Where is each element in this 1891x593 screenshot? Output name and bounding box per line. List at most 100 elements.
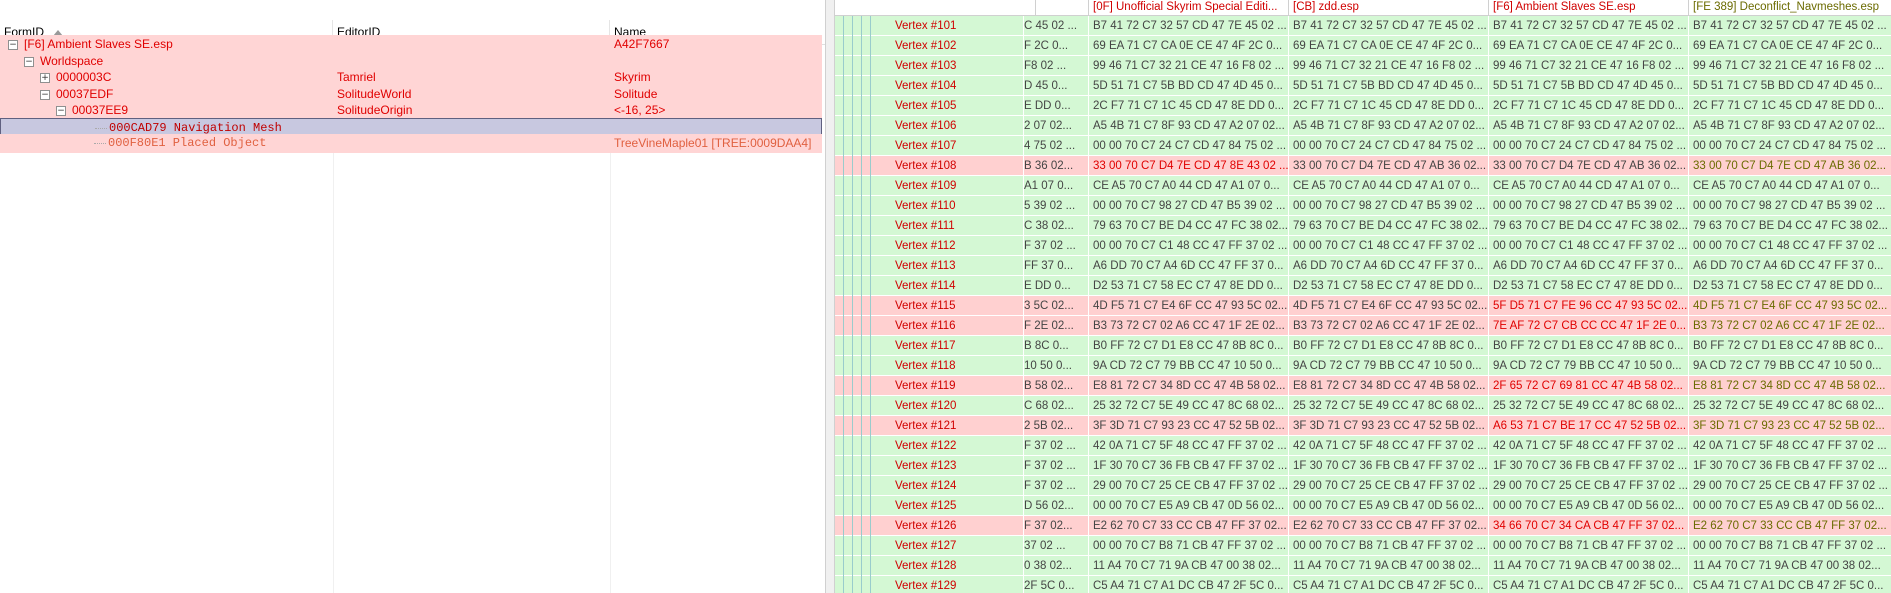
vertex-value-cell[interactable]: 00 00 70 C7 E5 A9 CB 47 0D 56 02... — [1688, 496, 1891, 516]
vertex-value-cell[interactable]: A5 4B 71 C7 8F 93 CD 47 A2 07 02... — [1088, 116, 1288, 136]
vertex-value-cell[interactable]: A5 4B 71 C7 8F 93 CD 47 A2 07 02... — [1288, 116, 1488, 136]
vertex-value-cell[interactable]: 00 00 70 C7 C1 48 CC 47 FF 37 02 ... — [1688, 236, 1891, 256]
vertex-value-cell[interactable]: 2C F7 71 C7 1C 45 CD 47 8E DD 0... — [1288, 96, 1488, 116]
vertex-value-cell[interactable]: E2 62 70 C7 33 CC CB 47 FF 37 02... — [1088, 516, 1288, 536]
vertex-value-cell[interactable]: 99 46 71 C7 32 21 CE 47 16 F8 02 ... — [1288, 56, 1488, 76]
vertex-value-cell[interactable]: 69 EA 71 C7 CA 0E CE 47 4F 2C 0... — [1488, 36, 1688, 56]
vertex-value-cell[interactable]: 00 00 70 C7 24 C7 CD 47 84 75 02 ... — [1688, 136, 1891, 156]
expand-icon[interactable]: + — [40, 73, 50, 83]
grid-row[interactable]: Vertex #125 D 56 02... 00 00 70 C7 E5 A9 C… — [835, 496, 1891, 516]
vertex-value-cell[interactable]: A5 4B 71 C7 8F 93 CD 47 A2 07 02... — [1688, 116, 1891, 136]
grid-row[interactable]: Vertex #127 37 02 ... 00 00 70 C7 B8 71 CB… — [835, 536, 1891, 556]
grid-row[interactable]: Vertex #128 0 38 02... 11 A4 70 C7 71 9A C… — [835, 556, 1891, 576]
vertex-value-cell[interactable]: 29 00 70 C7 25 CE CB 47 FF 37 02 ... — [1688, 476, 1891, 496]
vertex-value-cell[interactable]: 4D F5 71 C7 E4 6F CC 47 93 5C 02... — [1288, 296, 1488, 316]
vertex-value-cell[interactable]: 00 00 70 C7 C1 48 CC 47 FF 37 02 ... — [1288, 236, 1488, 256]
vertex-value-cell[interactable]: 2C F7 71 C7 1C 45 CD 47 8E DD 0... — [1488, 96, 1688, 116]
vertex-value-cell[interactable]: B7 41 72 C7 32 57 CD 47 7E 45 02 ... — [1688, 16, 1891, 36]
vertex-value-cell[interactable]: 11 A4 70 C7 71 9A CB 47 00 38 02... — [1288, 556, 1488, 576]
vertex-value-cell[interactable]: A6 DD 70 C7 A4 6D CC 47 FF 37 0... — [1288, 256, 1488, 276]
collapse-icon[interactable]: − — [24, 56, 34, 67]
vertex-value-cell[interactable]: C5 A4 71 C7 A1 DC CB 47 2F 5C 0... — [1088, 576, 1288, 593]
vertex-value-cell[interactable]: 79 63 70 C7 BE D4 CC 47 FC 38 02... — [1088, 216, 1288, 236]
vertex-value-cell[interactable]: E8 81 72 C7 34 8D CC 47 4B 58 02... — [1688, 376, 1891, 396]
collapse-icon[interactable]: − — [56, 106, 66, 116]
grid-row[interactable]: Vertex #113 FF 37 0... A6 DD 70 C7 A4 6D C… — [835, 256, 1891, 276]
vertex-value-cell[interactable]: CE A5 70 C7 A0 44 CD 47 A1 07 0... — [1688, 176, 1891, 196]
vertex-value-cell[interactable]: 25 32 72 C7 5E 49 CC 47 8C 68 02... — [1688, 396, 1891, 416]
vertex-value-cell[interactable]: 7E AF 72 C7 CB CC CC 47 1F 2E 0... — [1488, 316, 1688, 336]
vertex-value-cell[interactable]: 25 32 72 C7 5E 49 CC 47 8C 68 02... — [1088, 396, 1288, 416]
vertex-value-cell[interactable]: 1F 30 70 C7 36 FB CB 47 FF 37 02 ... — [1088, 456, 1288, 476]
vertex-value-cell[interactable]: CE A5 70 C7 A0 44 CD 47 A1 07 0... — [1488, 176, 1688, 196]
vertex-value-cell[interactable]: 00 00 70 C7 24 C7 CD 47 84 75 02 ... — [1288, 136, 1488, 156]
vertex-value-cell[interactable]: D2 53 71 C7 58 EC C7 47 8E DD 0... — [1088, 276, 1288, 296]
vertex-value-cell[interactable]: C5 A4 71 C7 A1 DC CB 47 2F 5C 0... — [1288, 576, 1488, 593]
vertex-value-cell[interactable]: 5D 51 71 C7 5B BD CD 47 4D 45 0... — [1488, 76, 1688, 96]
grid-row[interactable]: Vertex #102 F 2C 0... 69 EA 71 C7 CA 0E CE… — [835, 36, 1891, 56]
vertex-value-cell[interactable]: E2 62 70 C7 33 CC CB 47 FF 37 02... — [1688, 516, 1891, 536]
vertex-value-cell[interactable]: 99 46 71 C7 32 21 CE 47 16 F8 02 ... — [1688, 56, 1891, 76]
grid-row[interactable]: Vertex #110 5 39 02 ... 00 00 70 C7 98 27 … — [835, 196, 1891, 216]
vertex-value-cell[interactable]: 42 0A 71 C7 5F 48 CC 47 FF 37 02 ... — [1688, 436, 1891, 456]
vertex-value-cell[interactable]: A6 DD 70 C7 A4 6D CC 47 FF 37 0... — [1088, 256, 1288, 276]
vertex-value-cell[interactable]: 79 63 70 C7 BE D4 CC 47 FC 38 02... — [1288, 216, 1488, 236]
vertex-value-cell[interactable]: 4D F5 71 C7 E4 6F CC 47 93 5C 02... — [1688, 296, 1891, 316]
grid-row[interactable]: Vertex #101 C 45 02 ... B7 41 72 C7 32 57 … — [835, 16, 1891, 36]
vertex-value-cell[interactable]: 3F 3D 71 C7 93 23 CC 47 52 5B 02... — [1088, 416, 1288, 436]
vertex-value-cell[interactable]: 79 63 70 C7 BE D4 CC 47 FC 38 02... — [1688, 216, 1891, 236]
grid-header-plugin[interactable]: [CB] zdd.esp — [1288, 0, 1488, 15]
vertex-value-cell[interactable]: CE A5 70 C7 A0 44 CD 47 A1 07 0... — [1288, 176, 1488, 196]
vertex-value-cell[interactable]: 42 0A 71 C7 5F 48 CC 47 FF 37 02 ... — [1288, 436, 1488, 456]
vertex-value-cell[interactable]: B0 FF 72 C7 D1 E8 CC 47 8B 8C 0... — [1088, 336, 1288, 356]
vertex-value-cell[interactable]: 5D 51 71 C7 5B BD CD 47 4D 45 0... — [1688, 76, 1891, 96]
vertex-value-cell[interactable]: 69 EA 71 C7 CA 0E CE 47 4F 2C 0... — [1288, 36, 1488, 56]
grid-row[interactable]: Vertex #120 C 68 02... 25 32 72 C7 5E 49 C… — [835, 396, 1891, 416]
vertex-value-cell[interactable]: 9A CD 72 C7 79 BB CC 47 10 50 0... — [1288, 356, 1488, 376]
grid-row[interactable]: Vertex #115 3 5C 02... 4D F5 71 C7 E4 6F C… — [835, 296, 1891, 316]
vertex-value-cell[interactable]: 29 00 70 C7 25 CE CB 47 FF 37 02 ... — [1088, 476, 1288, 496]
grid-row[interactable]: Vertex #104 D 45 0... 5D 51 71 C7 5B BD CD… — [835, 76, 1891, 96]
vertex-value-cell[interactable]: 1F 30 70 C7 36 FB CB 47 FF 37 02 ... — [1688, 456, 1891, 476]
vertex-value-cell[interactable]: 00 00 70 C7 B8 71 CB 47 FF 37 02 ... — [1088, 536, 1288, 556]
vertex-value-cell[interactable]: A6 DD 70 C7 A4 6D CC 47 FF 37 0... — [1488, 256, 1688, 276]
vertex-value-cell[interactable]: 11 A4 70 C7 71 9A CB 47 00 38 02... — [1688, 556, 1891, 576]
grid-row[interactable]: Vertex #129 2F 5C 0... C5 A4 71 C7 A1 DC C… — [835, 576, 1891, 593]
vertex-value-cell[interactable]: 2F 65 72 C7 69 81 CC 47 4B 58 02... — [1488, 376, 1688, 396]
vertex-value-cell[interactable]: 25 32 72 C7 5E 49 CC 47 8C 68 02... — [1488, 396, 1688, 416]
grid-row[interactable]: Vertex #118 10 50 0... 9A CD 72 C7 79 BB C… — [835, 356, 1891, 376]
vertex-value-cell[interactable]: 3F 3D 71 C7 93 23 CC 47 52 5B 02... — [1288, 416, 1488, 436]
vertex-value-cell[interactable]: 2C F7 71 C7 1C 45 CD 47 8E DD 0... — [1688, 96, 1891, 116]
vertex-value-cell[interactable]: B0 FF 72 C7 D1 E8 CC 47 8B 8C 0... — [1288, 336, 1488, 356]
collapse-icon[interactable]: − — [40, 89, 50, 100]
vertex-value-cell[interactable]: 99 46 71 C7 32 21 CE 47 16 F8 02 ... — [1488, 56, 1688, 76]
vertex-value-cell[interactable]: 33 00 70 C7 D4 7E CD 47 8E 43 02 ... — [1088, 156, 1288, 176]
vertex-value-cell[interactable]: 9A CD 72 C7 79 BB CC 47 10 50 0... — [1688, 356, 1891, 376]
grid-row[interactable]: Vertex #114 E DD 0... D2 53 71 C7 58 EC C7… — [835, 276, 1891, 296]
grid-row[interactable]: Vertex #108 B 36 02... 33 00 70 C7 D4 7E C… — [835, 156, 1891, 176]
vertex-value-cell[interactable]: B7 41 72 C7 32 57 CD 47 7E 45 02 ... — [1488, 16, 1688, 36]
vertex-value-cell[interactable]: 69 EA 71 C7 CA 0E CE 47 4F 2C 0... — [1688, 36, 1891, 56]
vertex-value-cell[interactable]: 00 00 70 C7 B8 71 CB 47 FF 37 02 ... — [1688, 536, 1891, 556]
vertex-value-cell[interactable]: CE A5 70 C7 A0 44 CD 47 A1 07 0... — [1088, 176, 1288, 196]
vertex-value-cell[interactable]: 3F 3D 71 C7 93 23 CC 47 52 5B 02... — [1688, 416, 1891, 436]
vertex-value-cell[interactable]: 25 32 72 C7 5E 49 CC 47 8C 68 02... — [1288, 396, 1488, 416]
vertex-value-cell[interactable]: B7 41 72 C7 32 57 CD 47 7E 45 02 ... — [1088, 16, 1288, 36]
vertex-value-cell[interactable]: 4D F5 71 C7 E4 6F CC 47 93 5C 02... — [1088, 296, 1288, 316]
grid-row[interactable]: Vertex #117 B 8C 0... B0 FF 72 C7 D1 E8 CC… — [835, 336, 1891, 356]
grid-row[interactable]: Vertex #111 C 38 02... 79 63 70 C7 BE D4 C… — [835, 216, 1891, 236]
vertex-value-cell[interactable]: 5F D5 71 C7 FE 96 CC 47 93 5C 02... — [1488, 296, 1688, 316]
vertex-value-cell[interactable]: 69 EA 71 C7 CA 0E CE 47 4F 2C 0... — [1088, 36, 1288, 56]
vertex-value-cell[interactable]: 29 00 70 C7 25 CE CB 47 FF 37 02 ... — [1288, 476, 1488, 496]
vertex-value-cell[interactable]: A6 DD 70 C7 A4 6D CC 47 FF 37 0... — [1688, 256, 1891, 276]
vertex-value-cell[interactable]: 34 66 70 C7 34 CA CB 47 FF 37 02... — [1488, 516, 1688, 536]
vertex-value-cell[interactable]: 99 46 71 C7 32 21 CE 47 16 F8 02 ... — [1088, 56, 1288, 76]
vertex-value-cell[interactable]: 00 00 70 C7 24 C7 CD 47 84 75 02 ... — [1488, 136, 1688, 156]
vertex-value-cell[interactable]: 00 00 70 C7 98 27 CD 47 B5 39 02 ... — [1288, 196, 1488, 216]
vertex-value-cell[interactable]: 00 00 70 C7 98 27 CD 47 B5 39 02 ... — [1688, 196, 1891, 216]
vertex-value-cell[interactable]: D2 53 71 C7 58 EC C7 47 8E DD 0... — [1288, 276, 1488, 296]
grid-row[interactable]: Vertex #126 F 37 02... E2 62 70 C7 33 CC C… — [835, 516, 1891, 536]
vertex-value-cell[interactable]: 29 00 70 C7 25 CE CB 47 FF 37 02 ... — [1488, 476, 1688, 496]
pane-splitter[interactable] — [825, 0, 835, 593]
grid-row[interactable]: Vertex #122 F 37 02 ... 42 0A 71 C7 5F 48 … — [835, 436, 1891, 456]
